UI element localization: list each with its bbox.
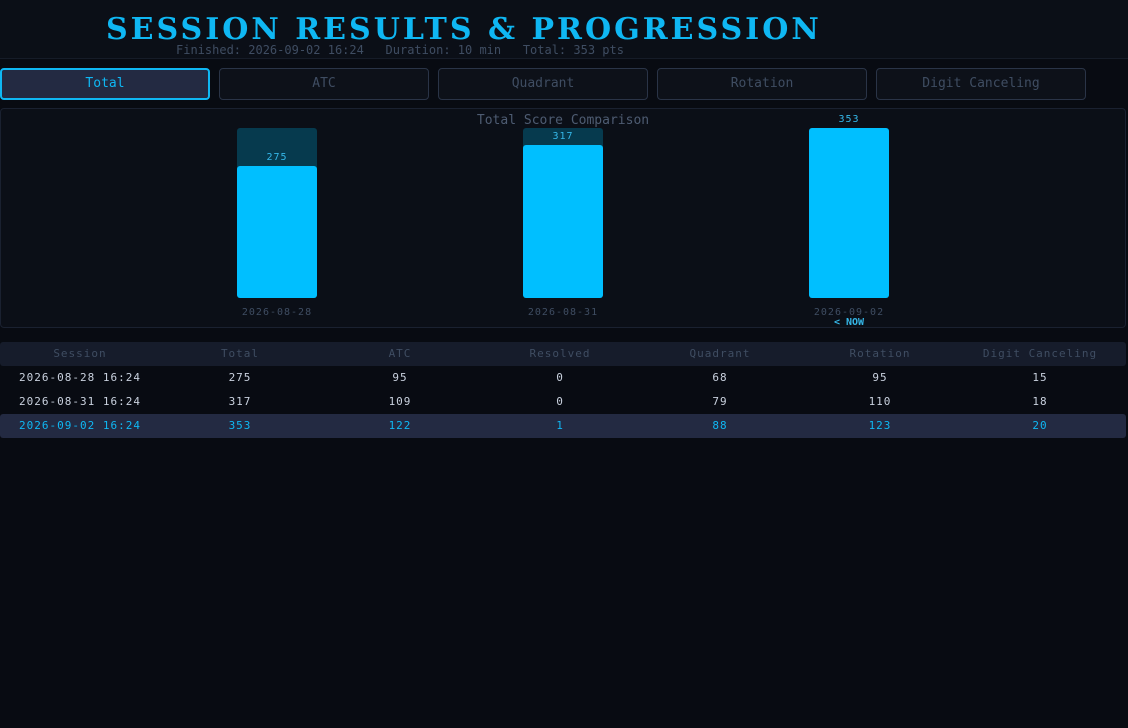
column-header: Quadrant [689,347,751,360]
now-marker: < NOW [834,317,865,327]
tab-atc[interactable]: ATC [219,68,429,100]
table-cell: 18 [1032,395,1048,408]
bar-value-label: 317 [552,131,573,142]
bar-2026-08-31 [523,145,603,298]
tab-total[interactable]: Total [0,68,210,100]
category-label: 2026-08-28 [242,307,312,318]
finished-text: Finished: 2026-09-02 16:24 [176,43,364,57]
table-row-current: 2026-09-02 16:24 353 122 1 88 123 20 [0,414,1126,438]
table-cell: 317 [228,395,252,408]
bar-2026-09-02 [809,128,889,298]
table-cell: 2026-08-31 16:24 [19,395,141,408]
table-cell: 0 [556,371,564,384]
table-cell: 123 [868,419,892,432]
duration-text: Duration: 10 min [385,43,502,57]
column-header: Session [53,347,107,360]
category-tabs: Total ATC Quadrant Rotation Digit Cancel… [0,68,1128,100]
table-cell: 2026-09-02 16:24 [19,419,141,432]
table-cell: 95 [392,371,408,384]
table-cell: 15 [1032,371,1048,384]
category-label: 2026-08-31 [528,307,598,318]
table-cell: 353 [228,419,252,432]
column-header: ATC [388,347,412,360]
table-row: 2026-08-28 16:24 275 95 0 68 95 15 [0,366,1126,390]
table-cell: 20 [1032,419,1048,432]
table-cell: 68 [712,371,728,384]
tab-quadrant[interactable]: Quadrant [438,68,648,100]
table-row: 2026-08-31 16:24 317 109 0 79 110 18 [0,390,1126,414]
bar-value-label: 353 [838,114,859,125]
column-header: Resolved [529,347,591,360]
column-header: Rotation [849,347,911,360]
score-bar-chart: 2752026-08-283172026-08-313532026-09-02<… [237,114,889,327]
bar-2026-08-28 [237,166,317,298]
table-cell: 1 [556,419,564,432]
results-header: Session Results & Progression Finished: … [0,0,1128,59]
bar-value-label: 275 [266,152,287,163]
column-header: Digit Canceling [982,347,1098,360]
session-table: Session Total ATC Resolved Quadrant Rotation D… [0,342,1126,438]
table-cell: 0 [556,395,564,408]
table-cell: 109 [388,395,412,408]
session-summary: Finished: 2026-09-02 16:24 Duration: 10 … [176,43,624,57]
table-cell: 88 [712,419,728,432]
table-cell: 95 [872,371,888,384]
table-cell: 79 [712,395,728,408]
total-points-text: Total: 353 pts [522,43,624,57]
tab-rotation[interactable]: Rotation [657,68,867,100]
table-body: 2026-08-28 16:24 275 95 0 68 95 15 2026-08-31 1… [0,366,1126,438]
table-cell: 110 [868,395,892,408]
tab-digit-canceling[interactable]: Digit Canceling [876,68,1086,100]
table-header: Session Total ATC Resolved Quadrant Rotation D… [0,342,1126,366]
table-cell: 2026-08-28 16:24 [19,371,141,384]
score-chart-panel: Total Score Comparison 275 2026-08-28 317 2… [0,108,1126,328]
table-cell: 122 [388,419,412,432]
column-header: Total [220,347,260,360]
table-cell: 275 [228,371,252,384]
